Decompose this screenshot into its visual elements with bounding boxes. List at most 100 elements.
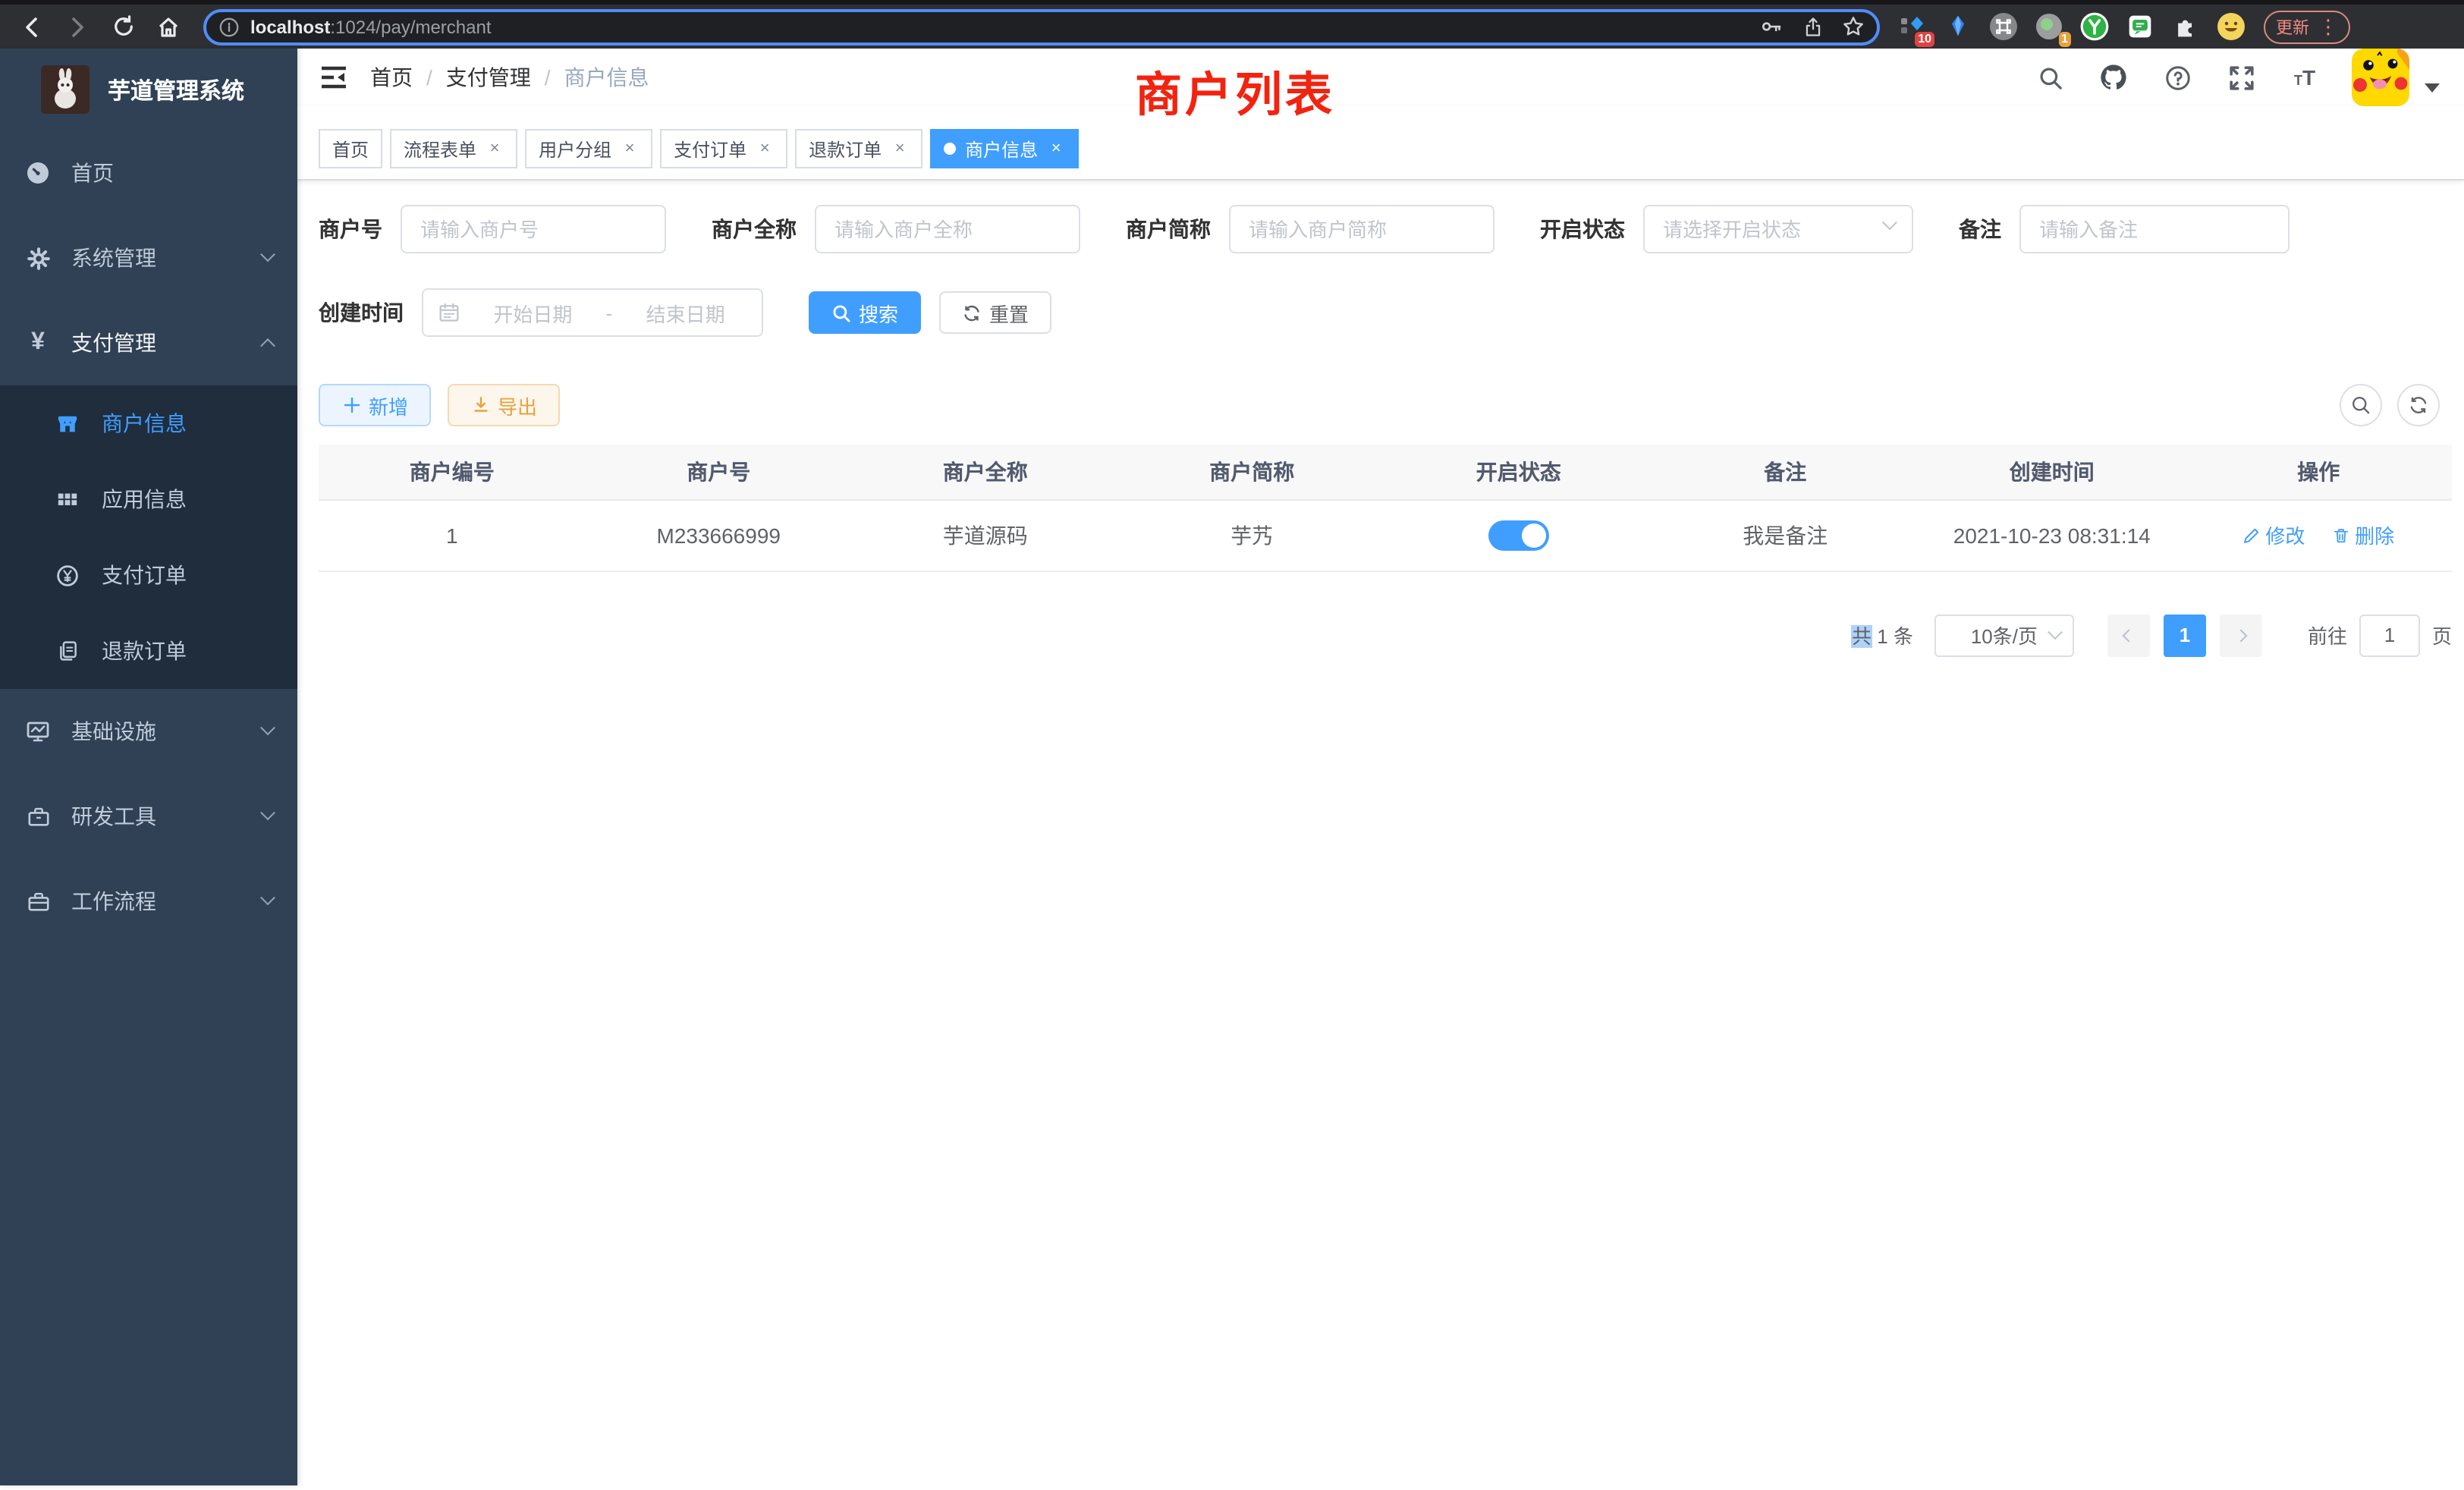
chevron-down-icon xyxy=(260,889,275,904)
app-logo-row[interactable]: 芋道管理系统 xyxy=(0,49,297,130)
reload-icon[interactable] xyxy=(111,14,135,39)
date-end-placeholder[interactable]: 结束日期 xyxy=(624,298,746,327)
tab-merchant-info[interactable]: 商户信息 × xyxy=(930,129,1079,168)
breadcrumb-item-current: 商户信息 xyxy=(564,62,649,93)
profile-avatar-icon[interactable] xyxy=(2217,12,2246,41)
sidebar-item-infra[interactable]: 基础设施 xyxy=(0,689,297,774)
close-icon[interactable]: × xyxy=(756,140,774,158)
reset-button[interactable]: 重置 xyxy=(939,291,1051,334)
sidebar-item-refund-order[interactable]: 退款订单 xyxy=(0,613,297,689)
full-name-label: 商户全称 xyxy=(712,214,797,244)
goto-label: 前往 xyxy=(2308,621,2347,649)
refresh-table-icon[interactable] xyxy=(2397,384,2440,426)
short-name-input[interactable] xyxy=(1229,205,1494,253)
sidebar-item-home[interactable]: 首页 xyxy=(0,130,297,215)
breadcrumb-separator: / xyxy=(545,65,551,90)
close-icon[interactable]: × xyxy=(621,140,639,158)
share-icon[interactable] xyxy=(1801,15,1824,38)
close-icon[interactable]: × xyxy=(1047,140,1065,158)
close-icon[interactable]: × xyxy=(891,140,909,158)
extension-gem-icon[interactable] xyxy=(1944,12,1972,41)
bookmark-star-icon[interactable] xyxy=(1842,15,1865,38)
edit-pencil-icon xyxy=(2242,526,2261,544)
chevron-right-icon xyxy=(2234,629,2247,642)
toggle-search-icon[interactable] xyxy=(2340,384,2382,426)
search-icon xyxy=(831,303,851,322)
breadcrumb-item[interactable]: 首页 xyxy=(370,62,413,93)
col-status: 开启状态 xyxy=(1385,445,1652,499)
url-text[interactable]: localhost:1024/pay/merchant xyxy=(250,16,1742,37)
cell-status xyxy=(1385,499,1652,571)
screenshot-root: localhost:1024/pay/merchant 10 xyxy=(0,0,2464,1490)
tab-user-group[interactable]: 用户分组× xyxy=(525,129,652,168)
export-button[interactable]: 导出 xyxy=(448,384,560,426)
app-title: 芋道管理系统 xyxy=(108,74,244,105)
merchant-no-input[interactable] xyxy=(401,205,666,253)
back-icon[interactable] xyxy=(20,14,44,39)
sidebar-item-app-info[interactable]: 应用信息 xyxy=(0,461,297,537)
browser-update-chip[interactable]: 更新 ⋮ xyxy=(2264,10,2350,43)
sidebar-item-dev-tools[interactable]: 研发工具 xyxy=(0,774,297,859)
next-page-button[interactable] xyxy=(2220,614,2262,656)
status-select[interactable] xyxy=(1643,205,1913,253)
sidebar-item-workflow[interactable]: 工作流程 xyxy=(0,859,297,944)
status-select-input[interactable] xyxy=(1643,205,1913,253)
date-start-placeholder[interactable]: 开始日期 xyxy=(472,298,594,327)
sidebar-item-pay[interactable]: ¥ 支付管理 xyxy=(0,300,297,385)
sidebar-item-merchant-info[interactable]: 商户信息 xyxy=(0,385,297,461)
sidebar-item-pay-order[interactable]: 支付订单 xyxy=(0,537,297,613)
extension-command-icon[interactable] xyxy=(1989,12,2018,41)
close-icon[interactable]: × xyxy=(486,140,504,158)
url-bar[interactable]: localhost:1024/pay/merchant xyxy=(203,8,1880,45)
forward-icon[interactable] xyxy=(65,14,90,39)
extension-chat-icon[interactable] xyxy=(2126,12,2154,41)
browser-menu-icon[interactable]: ⋮ xyxy=(2318,14,2338,39)
sidebar-item-label: 基础设施 xyxy=(71,716,262,747)
remark-label: 备注 xyxy=(1959,214,2001,244)
document-copy-icon xyxy=(56,640,79,662)
add-button[interactable]: 新增 xyxy=(319,384,431,426)
prev-page-button[interactable] xyxy=(2107,614,2150,656)
grid-icon xyxy=(56,488,79,511)
user-avatar[interactable] xyxy=(2352,49,2409,106)
page-content: 商户号 商户全称 商户简称 开启状态 xyxy=(297,181,2464,1485)
tab-pay-order[interactable]: 支付订单× xyxy=(660,129,787,168)
goto-suffix: 页 xyxy=(2432,621,2452,649)
user-menu-caret-icon[interactable] xyxy=(2425,83,2440,93)
remark-input[interactable] xyxy=(2019,205,2290,253)
merchant-no-label: 商户号 xyxy=(319,214,382,244)
sidebar-item-system[interactable]: 系统管理 xyxy=(0,215,297,300)
password-key-icon[interactable] xyxy=(1760,15,1783,38)
github-icon[interactable] xyxy=(2100,64,2127,91)
sidebar-fold-icon[interactable] xyxy=(320,65,347,90)
site-info-icon[interactable] xyxy=(217,15,240,38)
extension-recorder-icon[interactable]: 1 xyxy=(2035,12,2063,41)
date-range-separator: - xyxy=(606,301,613,324)
search-button[interactable]: 搜索 xyxy=(809,291,921,334)
tab-label: 商户信息 xyxy=(965,136,1038,162)
chevron-up-icon xyxy=(260,338,275,353)
date-range-picker[interactable]: 开始日期 - 结束日期 xyxy=(422,288,763,337)
tab-home[interactable]: 首页 xyxy=(319,129,382,168)
extensions-puzzle-icon[interactable] xyxy=(2171,12,2200,41)
full-name-input[interactable] xyxy=(815,205,1080,253)
extension-y-icon[interactable] xyxy=(2080,12,2109,41)
page-size-select[interactable]: 10条/页 xyxy=(1934,614,2074,656)
edit-link[interactable]: 修改 xyxy=(2242,520,2305,549)
header-actions: TT xyxy=(2000,49,2440,106)
export-button-label: 导出 xyxy=(498,391,537,420)
help-icon[interactable] xyxy=(2164,64,2191,91)
fullscreen-icon[interactable] xyxy=(2227,64,2255,91)
page-number-1[interactable]: 1 xyxy=(2164,614,2206,656)
status-toggle[interactable] xyxy=(1488,520,1549,550)
home-icon[interactable] xyxy=(156,14,181,39)
tab-refund-order[interactable]: 退款订单× xyxy=(795,129,922,168)
extension-diamond-icon[interactable]: 10 xyxy=(1898,12,1927,41)
calendar-icon xyxy=(438,302,460,323)
breadcrumb-item[interactable]: 支付管理 xyxy=(446,62,531,93)
goto-page-input[interactable] xyxy=(2359,614,2420,656)
header-search-icon[interactable] xyxy=(2036,64,2063,91)
font-size-icon[interactable]: TT xyxy=(2291,64,2318,91)
tab-process-form[interactable]: 流程表单× xyxy=(390,129,517,168)
delete-link[interactable]: 删除 xyxy=(2332,520,2394,549)
